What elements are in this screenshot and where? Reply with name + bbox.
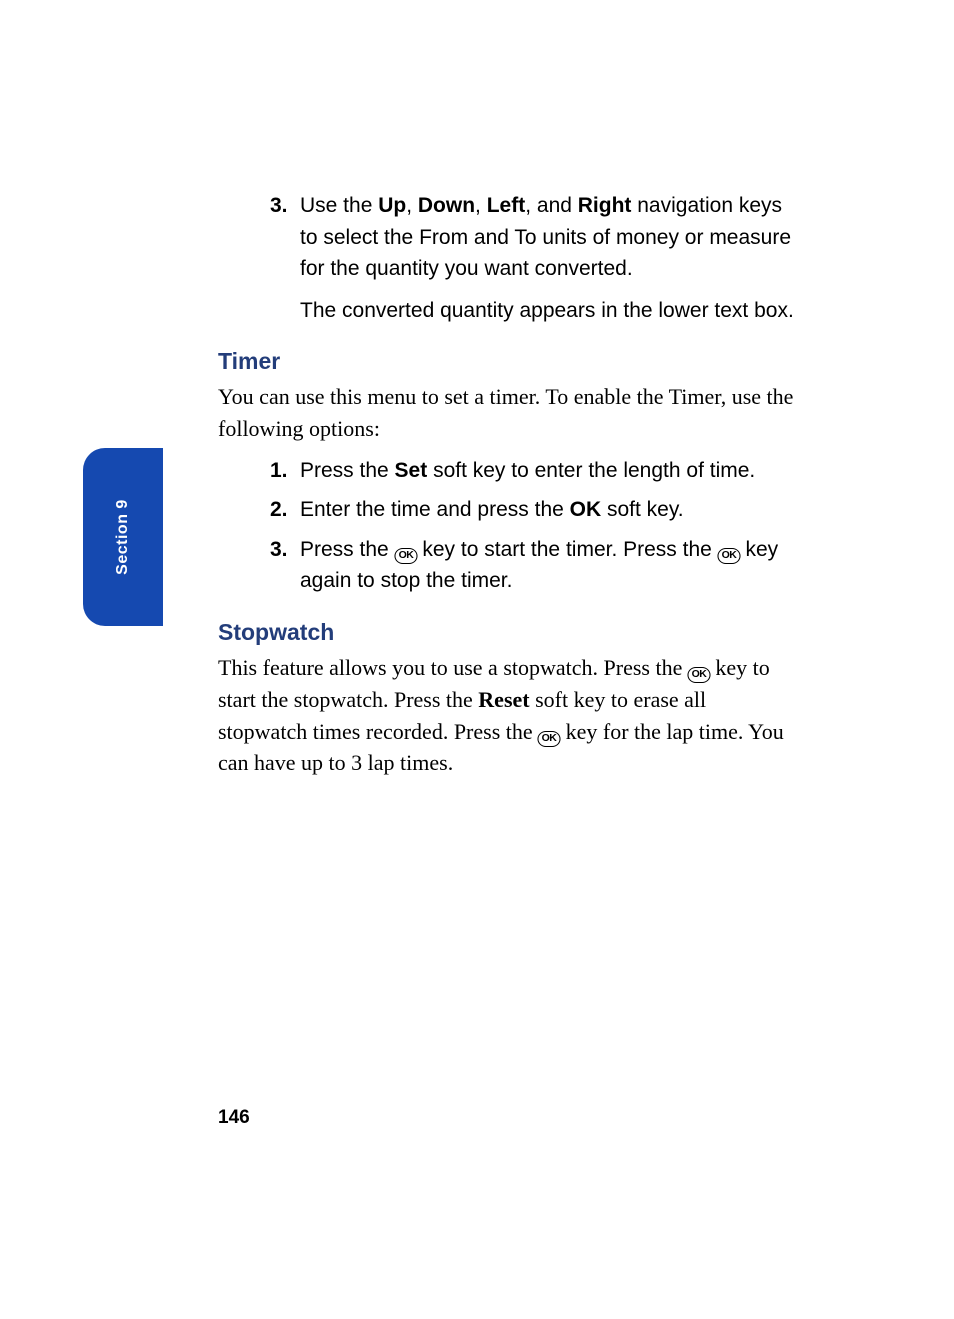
list-number: 3.: [270, 534, 288, 566]
list-number: 3.: [270, 190, 288, 222]
ok-key-icon: OK: [687, 667, 710, 683]
softkey-set-label: Set: [395, 459, 428, 482]
list-item: 3. Use the Up, Down, Left, and Right nav…: [270, 190, 794, 326]
list-converter: 3. Use the Up, Down, Left, and Right nav…: [218, 190, 794, 326]
list-number: 1.: [270, 455, 288, 487]
step-text-fragment: ,: [406, 194, 418, 217]
section-tab: Section 9: [83, 448, 163, 626]
step-text-fragment: soft key.: [601, 498, 683, 521]
key-up-label: Up: [378, 194, 406, 217]
heading-timer: Timer: [218, 348, 794, 375]
key-right-label: Right: [578, 194, 632, 217]
list-item: 3. Press the OK key to start the timer. …: [270, 534, 794, 597]
list-item: 1. Press the Set soft key to enter the l…: [270, 455, 794, 487]
softkey-ok-label: OK: [570, 498, 602, 521]
step-text-fragment: Press the: [300, 459, 395, 482]
step-text-fragment: ,: [475, 194, 487, 217]
text-fragment: This feature allows you to use a stopwat…: [218, 655, 688, 680]
list-number: 2.: [270, 494, 288, 526]
step-text-fragment: Use the: [300, 194, 378, 217]
list-item: 2. Enter the time and press the OK soft …: [270, 494, 794, 526]
ok-key-icon: OK: [717, 548, 740, 564]
ok-key-icon: OK: [394, 548, 417, 564]
timer-intro: You can use this menu to set a timer. To…: [218, 381, 794, 445]
ok-key-icon: OK: [538, 731, 561, 747]
stopwatch-text: This feature allows you to use a stopwat…: [218, 652, 794, 780]
step-text-fragment: , and: [525, 194, 578, 217]
softkey-reset-label: Reset: [478, 687, 529, 712]
heading-stopwatch: Stopwatch: [218, 619, 794, 646]
key-left-label: Left: [487, 194, 526, 217]
step-continuation: The converted quantity appears in the lo…: [300, 295, 794, 327]
section-tab-label: Section 9: [114, 499, 132, 575]
key-down-label: Down: [418, 194, 475, 217]
list-timer: 1. Press the Set soft key to enter the l…: [218, 455, 794, 597]
step-text-fragment: Enter the time and press the: [300, 498, 570, 521]
step-text-fragment: Press the: [300, 538, 395, 561]
step-text-fragment: soft key to enter the length of time.: [427, 459, 755, 482]
manual-page: Section 9 3. Use the Up, Down, Left, and…: [0, 0, 954, 1319]
page-number: 146: [218, 1107, 250, 1129]
step-text-fragment: key to start the timer. Press the: [417, 538, 718, 561]
